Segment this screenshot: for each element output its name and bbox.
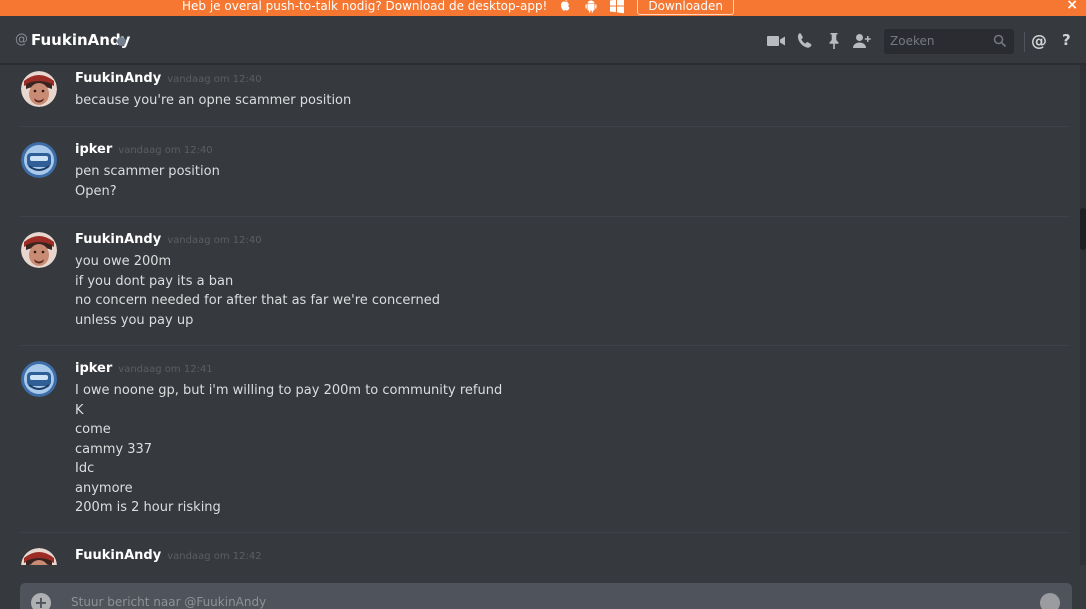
mentions-icon[interactable]: @ [1031, 31, 1047, 50]
video-call-icon[interactable] [766, 31, 786, 51]
download-button[interactable]: Downloaden [637, 0, 735, 15]
scrollbar-thumb[interactable] [1080, 208, 1086, 250]
message-line: you owe 200m [75, 254, 172, 269]
message-author[interactable]: FuukinAndy vandaag om 12:42 [75, 548, 262, 563]
message-author[interactable]: ipker vandaag om 12:40 [75, 142, 213, 157]
download-banner: Heb je overal push-to-talk nodig? Downlo… [0, 0, 1086, 16]
message-timestamp: vandaag om 12:41 [118, 364, 213, 375]
apple-icon[interactable] [557, 0, 573, 14]
voice-call-icon[interactable] [795, 31, 815, 51]
help-icon[interactable]: ? [1062, 31, 1071, 49]
message-line: because you're an opne scammer position [75, 93, 352, 108]
message-content: you owe 200m if you dont pay its a ban n… [75, 252, 440, 330]
message-composer[interactable]: + Stuur bericht naar @FuukinAndy [20, 583, 1072, 609]
message-line: unless you pay up [75, 312, 194, 328]
message-line: I owe noone gp, but i'm willing to pay 2… [75, 383, 503, 398]
search-placeholder: Zoeken [890, 34, 935, 48]
message-divider [20, 126, 1070, 127]
message-line: 200m is 2 hour risking [75, 500, 221, 515]
banner-text: Heb je overal push-to-talk nodig? Downlo… [182, 0, 548, 13]
avatar-fuukinandy[interactable] [21, 548, 57, 565]
android-icon[interactable] [583, 0, 599, 14]
message-line: if you dont pay its a ban [75, 273, 234, 289]
message-line: anymore [75, 480, 133, 496]
avatar-fuukinandy[interactable] [21, 232, 57, 268]
message-author[interactable]: FuukinAndy vandaag om 12:40 [75, 232, 262, 247]
message-line: no concern needed for after that as far … [75, 293, 440, 308]
message-content: I owe noone gp, but i'm willing to pay 2… [75, 381, 502, 518]
message-line: pen scammer position [75, 164, 220, 179]
message-divider [20, 216, 1070, 217]
avatar-ipker[interactable] [21, 361, 57, 397]
channel-header: @ FuukinAndy Zoeken @ ? [0, 16, 1086, 64]
message-timestamp: vandaag om 12:40 [118, 145, 213, 156]
message-timestamp: vandaag om 12:42 [167, 551, 262, 562]
at-sign-icon: @ [15, 32, 28, 47]
message-author[interactable]: ipker vandaag om 12:41 [75, 361, 213, 376]
status-indicator [117, 37, 126, 46]
avatar-fuukinandy[interactable] [21, 71, 57, 107]
avatar-ipker[interactable] [21, 142, 57, 178]
search-icon [993, 34, 1007, 48]
message-line: K [75, 402, 84, 418]
message-line: cammy 337 [75, 441, 153, 457]
windows-icon[interactable] [609, 0, 625, 14]
add-friend-icon[interactable] [852, 31, 872, 51]
scrollbar-track[interactable] [1080, 65, 1086, 565]
upload-plus-icon[interactable]: + [31, 593, 51, 609]
message-content: pen scammer position Open? [75, 162, 220, 201]
message-content: because you're an opne scammer position [75, 91, 351, 111]
message-timestamp: vandaag om 12:40 [167, 235, 262, 246]
message-line: come [75, 422, 111, 437]
message-divider [20, 532, 1070, 533]
message-timestamp: vandaag om 12:40 [167, 74, 262, 85]
message-list: FuukinAndy vandaag om 12:40 because you'r… [0, 65, 1080, 565]
banner-close-button[interactable]: × [1066, 0, 1078, 13]
message-divider [20, 345, 1070, 346]
message-line: Idc [75, 461, 95, 476]
message-author[interactable]: FuukinAndy vandaag om 12:40 [75, 71, 262, 86]
message-line: Open? [75, 183, 117, 199]
pin-icon[interactable] [824, 31, 844, 51]
emoji-picker-icon[interactable] [1040, 593, 1060, 609]
search-input[interactable]: Zoeken [884, 29, 1014, 54]
message-input-placeholder: Stuur bericht naar @FuukinAndy [71, 595, 267, 609]
header-divider [1024, 32, 1025, 52]
channel-name: FuukinAndy [31, 31, 131, 49]
